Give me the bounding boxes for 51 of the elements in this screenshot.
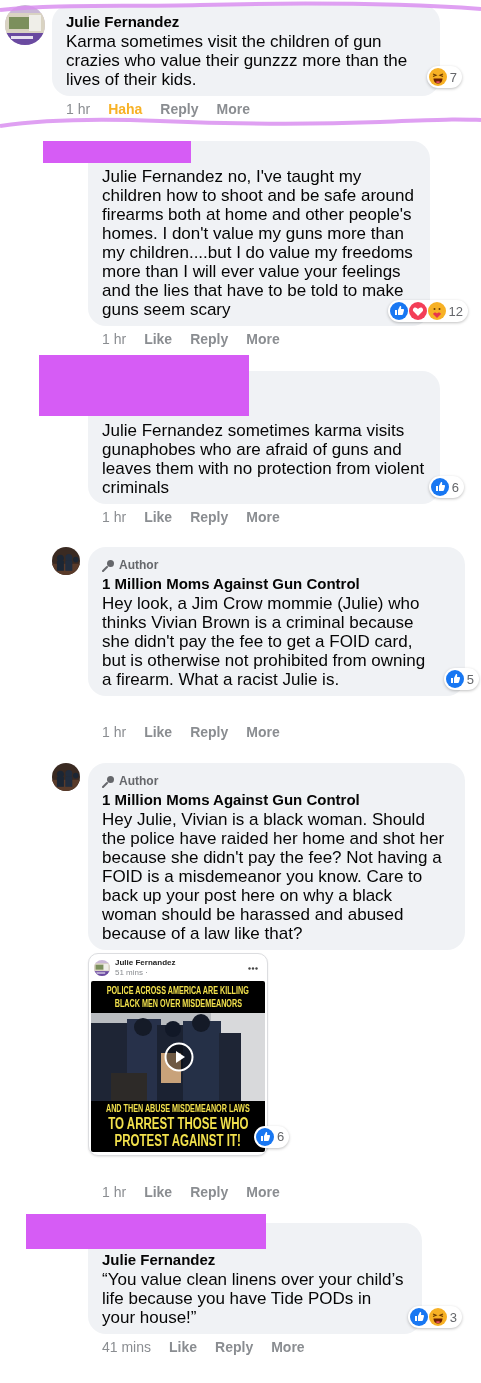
comment-time: 1 hr <box>102 722 127 742</box>
comment-text: “You value clean linens over your child’s life because you have Tide PODs in your house!” <box>102 1270 405 1327</box>
action-link[interactable]: Like <box>169 1336 198 1358</box>
action-link[interactable]: Reply <box>160 98 199 120</box>
meme-caption: BLACK MEN OVER MISDEMEANORS <box>114 997 242 1010</box>
meme-caption: TO ARREST THOSE WHO <box>107 1115 249 1132</box>
reaction-count[interactable]: 6 <box>428 476 464 498</box>
meme-caption: AND THEN ABUSE MISDEMEANOR LAWS <box>106 1103 250 1115</box>
action-link[interactable]: Reply <box>190 721 229 743</box>
comment-time: 1 hr <box>66 99 91 119</box>
action-link[interactable]: More <box>271 1336 305 1358</box>
action-link[interactable]: Reply <box>190 1181 229 1203</box>
commenter-name[interactable]: 1 Million Moms Against Gun Control <box>102 574 360 594</box>
more-options-icon[interactable] <box>248 966 258 970</box>
author-label: Author <box>119 556 159 574</box>
comment-text: Hey Julie, Vivian is a black woman. Should the police have raided her home and shot her because she didn't pay the fee? Not having a FOID is a misdemeanor you know. Care to back up your post here on why a black woman should be harassed and abused because of a law like that? <box>102 810 446 943</box>
action-link[interactable]: More <box>246 721 280 743</box>
comment-time: 41 mins <box>102 1337 152 1357</box>
reaction-count[interactable]: 3 <box>407 1306 462 1328</box>
meme-caption: POLICE ACROSS AMERICA ARE KILLING <box>106 984 250 997</box>
action-link[interactable]: Like <box>144 328 173 350</box>
action-link[interactable]: More <box>246 506 280 528</box>
post-time: 51 mins · <box>115 968 149 978</box>
comment-time: 1 hr <box>102 507 127 527</box>
action-link[interactable]: Haha <box>108 98 143 120</box>
action-link[interactable]: Like <box>144 1181 173 1203</box>
shared-post-card[interactable]: Julie Fernandez 51 mins · POLICE ACROSS AMERICA ARE KILLING BLACK MEN OVER MISDEMEANORS AND THEN ABUSE MISDEMEANOR LAWS TO ARREST THOSE WHO PROTEST AGAINST IT! <box>88 953 268 1156</box>
reaction-count[interactable]: 6 <box>254 1126 290 1148</box>
action-link[interactable]: Like <box>144 506 173 528</box>
comment-time: 1 hr <box>102 1182 127 1202</box>
comment-text: Karma sometimes visit the children of gun crazies who value their gunzzz more than the lives of their kids. <box>66 32 409 89</box>
commenter-name[interactable]: Julie Fernandez <box>66 12 180 32</box>
reaction-count[interactable]: 12 <box>387 300 468 322</box>
comment-time: 1 hr <box>102 329 127 349</box>
author-label: Author <box>119 772 159 790</box>
comment-text: Hey look, a Jim Crow mommie (Julie) who thinks Vivian Brown is a criminal because she didn't pay the fee to get a FOID card, but is otherwise not prohibited from owning a firearm. What a racist Julie is. <box>102 594 427 689</box>
comment-text: Julie Fernandez sometimes karma visits gunaphobes who are afraid of guns and leaves them with no protection from violent criminals <box>102 421 426 497</box>
action-link[interactable]: More <box>216 98 250 120</box>
play-button[interactable] <box>164 1042 194 1072</box>
commenter-name[interactable]: 1 Million Moms Against Gun Control <box>102 790 360 810</box>
reaction-count[interactable]: 5 <box>443 668 479 690</box>
action-link[interactable]: More <box>246 328 280 350</box>
commenter-name[interactable]: Julie Fernandez <box>102 1250 216 1270</box>
meme-caption: PROTEST AGAINST IT! <box>114 1132 242 1149</box>
action-link[interactable]: Like <box>144 721 173 743</box>
reaction-count[interactable]: 7 <box>426 66 462 88</box>
action-link[interactable]: Reply <box>215 1336 254 1358</box>
action-link[interactable]: More <box>246 1181 280 1203</box>
action-link[interactable]: Reply <box>190 506 229 528</box>
post-author[interactable]: Julie Fernandez <box>115 958 176 968</box>
action-link[interactable]: Reply <box>190 328 229 350</box>
